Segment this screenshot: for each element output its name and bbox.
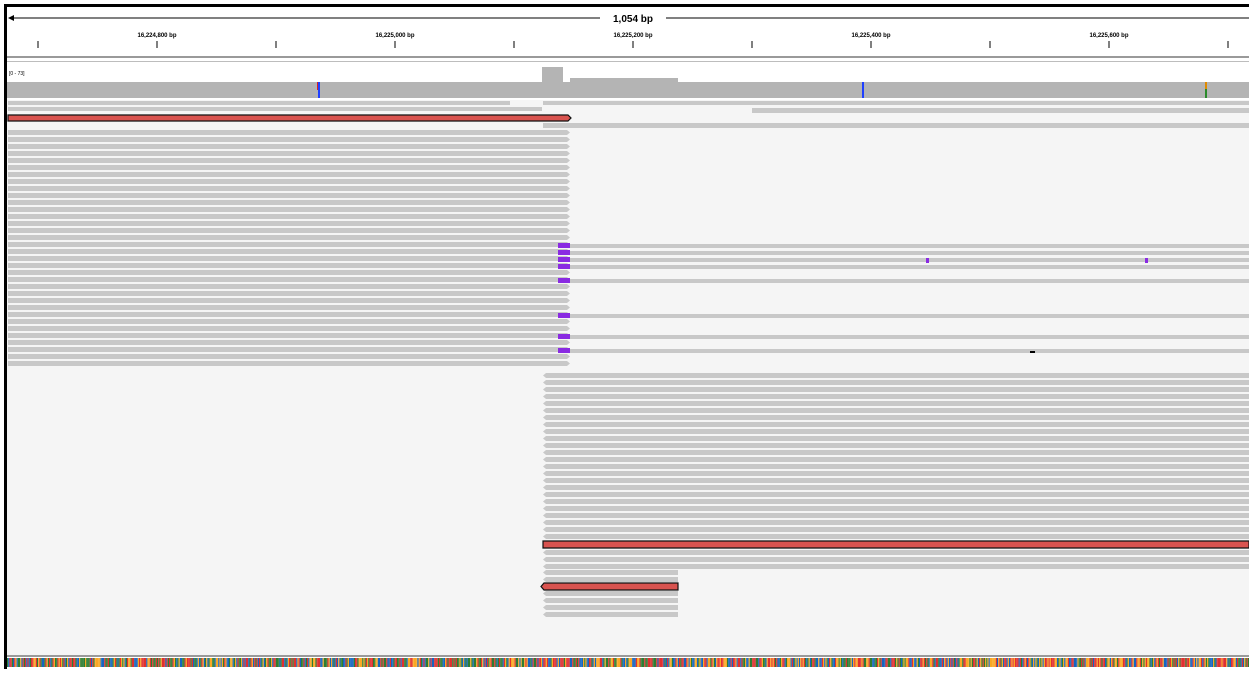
panel-frame: [4, 4, 1249, 669]
igv-alignment-view: 1,054 bp 16,224,800 bp 16,225,000 bp 16,225…: [0, 0, 1249, 669]
